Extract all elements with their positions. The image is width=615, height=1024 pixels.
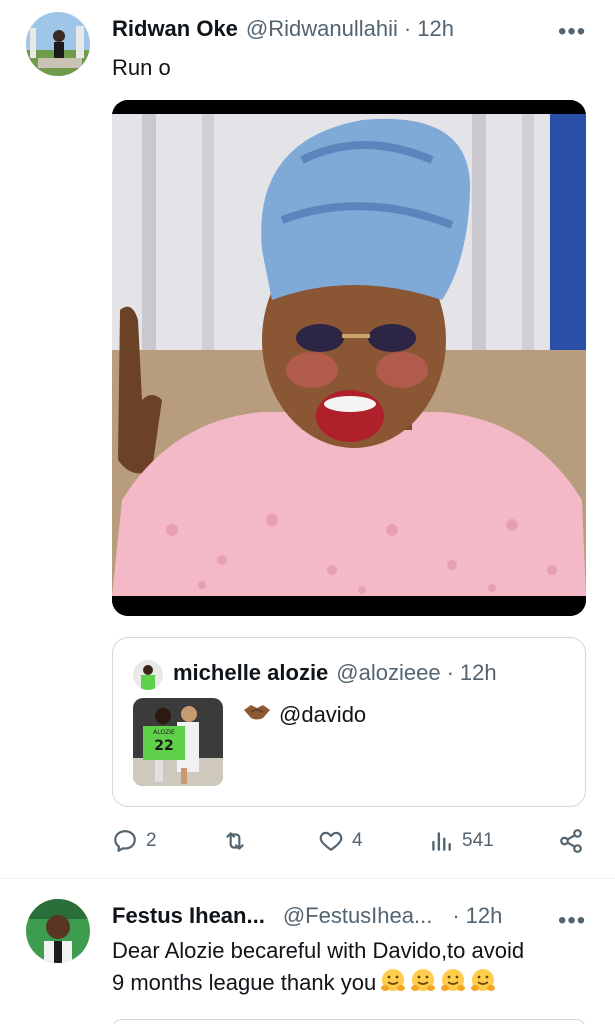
user-handle[interactable]: @FestusIhea...	[283, 903, 433, 929]
views-button[interactable]: 541	[428, 828, 494, 854]
timestamp[interactable]: 12h	[466, 903, 503, 929]
quote-header: michelle alozie @alozieee · 12h	[173, 660, 497, 686]
svg-text:22: 22	[154, 738, 173, 754]
quote-avatar[interactable]	[133, 660, 163, 690]
more-icon[interactable]: •••	[558, 20, 586, 44]
tweet-image[interactable]	[112, 100, 586, 616]
tweet-header: Ridwan Oke @Ridwanullahii · 12h	[112, 16, 454, 42]
timestamp[interactable]: 12h	[417, 16, 454, 42]
quote-text: @davido	[243, 702, 366, 728]
more-icon[interactable]: •••	[558, 909, 586, 933]
quote-timestamp[interactable]: 12h	[460, 660, 497, 686]
svg-text:ALOZIE: ALOZIE	[153, 729, 175, 736]
quote-display-name[interactable]: michelle alozie	[173, 660, 328, 686]
next-media-card-edge	[112, 1019, 586, 1024]
avatar[interactable]	[26, 899, 90, 963]
like-icon	[319, 831, 343, 851]
quote-user-handle[interactable]: @alozieee	[336, 660, 440, 686]
retweet-icon	[226, 832, 244, 850]
views-count: 541	[462, 830, 494, 851]
reply-icon	[114, 830, 136, 852]
handshake-icon	[243, 702, 271, 728]
reply-count: 2	[146, 830, 157, 851]
hug-emoji-icon	[440, 968, 466, 994]
display-name[interactable]: Ridwan Oke	[112, 16, 238, 42]
display-name[interactable]: Festus Ihean...	[112, 903, 265, 929]
share-button[interactable]	[558, 828, 584, 854]
tweet-text: Dear Alozie becareful with Davido,to avo…	[112, 935, 592, 999]
tweet-text-line-2: 9 months league thank you	[112, 970, 377, 995]
views-icon	[432, 832, 451, 851]
separator-dot: ·	[452, 903, 460, 928]
quoted-tweet[interactable]: michelle alozie @alozieee · 12h ALOZIE 2…	[112, 637, 586, 807]
hug-emoji-icon	[410, 968, 436, 994]
tweet-text: Run o	[112, 55, 171, 80]
user-handle[interactable]: @Ridwanullahii	[246, 16, 398, 42]
reply-button[interactable]: 2	[112, 828, 157, 854]
quote-thumbnail-image[interactable]: ALOZIE 22	[133, 698, 223, 786]
like-count: 4	[352, 830, 363, 851]
action-bar: 2 4 541	[112, 828, 586, 862]
like-button[interactable]: 4	[318, 828, 363, 854]
tweet-header: Festus Ihean... @FestusIhea... · 12h	[112, 903, 502, 929]
mention-davido[interactable]: @davido	[279, 702, 366, 728]
retweet-button[interactable]	[222, 828, 256, 854]
tweet-ridwan[interactable]: Ridwan Oke @Ridwanullahii · 12h ••• Run …	[0, 0, 615, 878]
share-icon	[560, 829, 582, 853]
tweet-text-line-1: Dear Alozie becareful with Davido,to avo…	[112, 938, 525, 963]
separator-dot: ·	[403, 16, 412, 41]
hug-emoji-icon	[380, 968, 406, 994]
hug-emoji-icon	[470, 968, 496, 994]
avatar[interactable]	[26, 12, 90, 76]
tweet-festus[interactable]: Festus Ihean... @FestusIhea... · 12h •••…	[0, 879, 615, 1024]
separator-dot: ·	[446, 660, 454, 685]
